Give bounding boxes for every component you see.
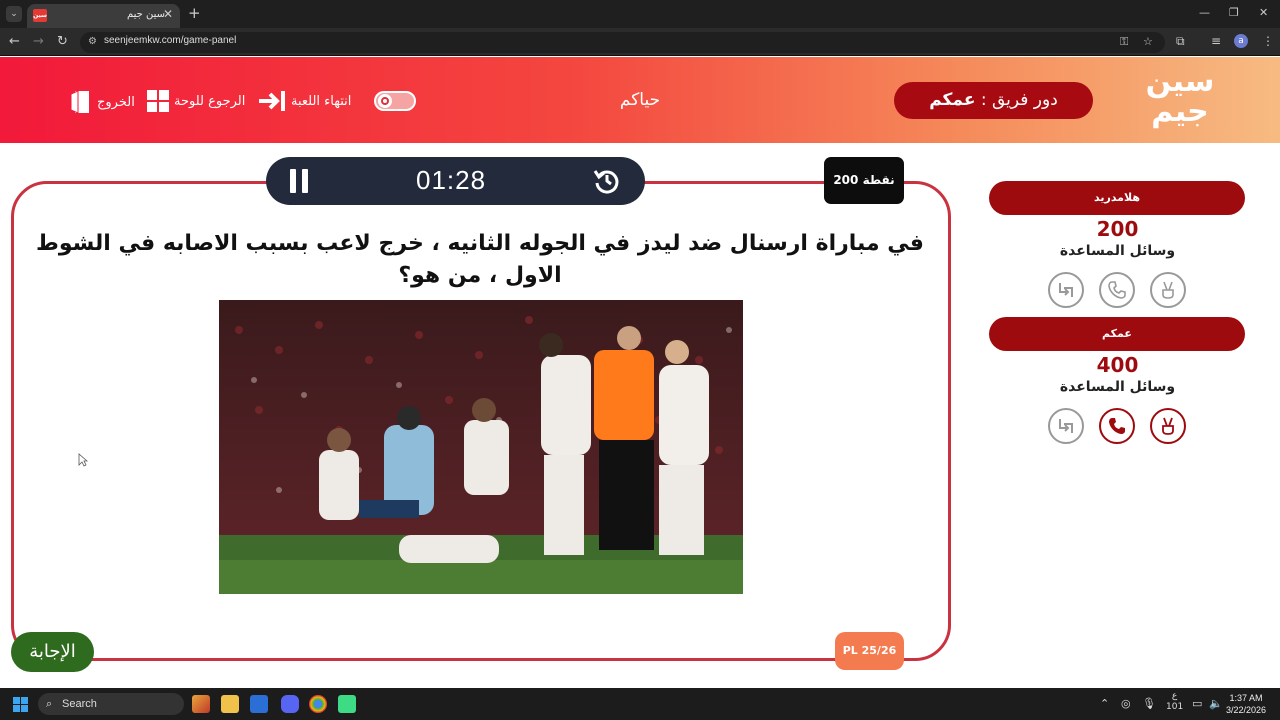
team-turn-indicator: دور فريق : عمكم xyxy=(894,82,1093,119)
team-2-swap-aid-icon[interactable] xyxy=(1048,408,1084,444)
chrome-icon[interactable] xyxy=(309,695,327,713)
network-icon[interactable]: ▭ xyxy=(1192,697,1202,710)
site-favicon-icon: سين xyxy=(33,9,47,22)
end-game-toggle[interactable] xyxy=(374,91,416,111)
timer-value: 01:28 xyxy=(416,165,487,195)
reset-timer-icon[interactable] xyxy=(593,167,621,195)
menu-icon[interactable]: ⋮ xyxy=(1262,34,1274,48)
volume-icon[interactable]: 🔈 xyxy=(1209,697,1223,710)
system-clock[interactable]: 1:37 AM 3/22/2026 xyxy=(1226,692,1266,716)
input-language[interactable]: ع 101 xyxy=(1166,691,1183,713)
brand-logo: سين جيم xyxy=(1140,67,1220,135)
restore-icon[interactable]: ❐ xyxy=(1229,6,1239,19)
minimize-icon[interactable]: — xyxy=(1199,6,1210,19)
browser-tab-strip: ⌄ سين سين جيم ✕ + — ❐ ✕ xyxy=(0,0,1280,28)
welcome-text: حياكم xyxy=(619,90,661,110)
address-bar[interactable]: ⚙ seenjeemkw.com/game-panel ⚿ ☆ xyxy=(80,32,1165,53)
extensions-icon[interactable]: ⧉ xyxy=(1176,34,1185,49)
end-game-label: انتهاء اللعبة xyxy=(291,93,352,109)
turn-team-name: عمكم xyxy=(929,90,976,110)
back-to-board-label: الرجوع للوحة xyxy=(174,93,246,109)
tab-close-icon[interactable]: ✕ xyxy=(163,7,173,21)
question-image xyxy=(219,300,743,594)
tray-overflow-icon[interactable]: ⌃ xyxy=(1100,697,1109,710)
media-controls-icon[interactable]: ≡ xyxy=(1211,34,1221,48)
team-2-call-aid-icon[interactable] xyxy=(1099,408,1135,444)
answer-button[interactable]: الإجابة xyxy=(11,632,94,672)
logo-line-2: جيم xyxy=(1151,94,1209,129)
tab-title: سين جيم xyxy=(127,9,166,20)
microphone-icon[interactable]: 🎙 xyxy=(1142,697,1156,710)
game-header: سين جيم دور فريق : عمكم حياكم انتهاء الل… xyxy=(0,57,1280,143)
team-1-aids-label: وسائل المساعدة xyxy=(1059,243,1176,259)
team-2-peace-aid-icon[interactable] xyxy=(1150,408,1186,444)
browser-toolbar: ← → ↻ ⚙ seenjeemkw.com/game-panel ⚿ ☆ ⧉ … xyxy=(0,28,1280,56)
arrow-to-line-icon xyxy=(259,91,285,111)
pause-icon[interactable] xyxy=(288,169,310,193)
site-info-icon[interactable]: ⚙ xyxy=(88,36,97,47)
discord-icon[interactable] xyxy=(281,695,299,713)
team-2-aids-label: وسائل المساعدة xyxy=(1059,379,1176,395)
team-1-call-aid-icon[interactable] xyxy=(1099,272,1135,308)
back-to-board-button[interactable]: الرجوع للوحة xyxy=(147,90,245,112)
forward-icon[interactable]: → xyxy=(33,34,44,49)
team-1-name: هلامدريد xyxy=(989,181,1245,215)
profile-avatar[interactable]: a xyxy=(1234,34,1248,48)
clock-date: 3/22/2026 xyxy=(1226,705,1267,715)
search-placeholder: Search xyxy=(62,698,97,710)
tray-sync-icon[interactable]: ◎ xyxy=(1121,697,1131,710)
exit-door-icon xyxy=(70,90,89,114)
file-explorer-icon[interactable] xyxy=(221,695,239,713)
taskbar-search[interactable]: ⌕ Search xyxy=(38,693,184,715)
team-1-swap-aid-icon[interactable] xyxy=(1048,272,1084,308)
search-icon: ⌕ xyxy=(46,698,53,710)
microsoft-store-icon[interactable] xyxy=(250,695,268,713)
widgets-app-icon[interactable] xyxy=(192,695,210,713)
window-close-icon[interactable]: ✕ xyxy=(1259,6,1268,19)
grid-icon xyxy=(147,90,169,112)
password-key-icon[interactable]: ⚿ xyxy=(1120,35,1128,49)
back-icon[interactable]: ← xyxy=(9,34,20,49)
question-text: في مباراة ارسنال ضد ليدز في الجوله الثان… xyxy=(36,231,924,288)
android-app-icon[interactable] xyxy=(338,695,356,713)
bookmark-star-icon[interactable]: ☆ xyxy=(1143,35,1153,48)
browser-tab[interactable]: سين سين جيم ✕ xyxy=(27,4,180,28)
logo-line-1: سين xyxy=(1145,64,1215,99)
new-tab-button[interactable]: + xyxy=(188,4,201,22)
tab-list-button[interactable]: ⌄ xyxy=(6,6,22,22)
lang-code: ع xyxy=(1171,691,1178,701)
points-badge: 200 نقطة xyxy=(824,157,904,204)
team-1-score: 200 xyxy=(1096,217,1139,241)
exit-label: الخروج xyxy=(97,94,135,110)
clock-time: 1:37 AM xyxy=(1229,693,1263,703)
mouse-cursor-icon xyxy=(78,453,88,467)
timer-bar: 01:28 xyxy=(266,157,645,205)
exit-button[interactable]: الخروج xyxy=(70,90,135,114)
windows-start-icon[interactable] xyxy=(13,697,28,712)
windows-taskbar: ⌕ Search ⌃ ◎ 🎙 ع 101 ▭ 🔈 1:37 AM 3/22/20… xyxy=(0,688,1280,720)
url-text: seenjeemkw.com/game-panel xyxy=(104,35,237,46)
team-1-peace-aid-icon[interactable] xyxy=(1150,272,1186,308)
lang-layout: 101 xyxy=(1166,702,1184,712)
reload-icon[interactable]: ↻ xyxy=(57,34,68,49)
team-2-name: عمكم xyxy=(989,317,1245,351)
category-tag: PL 25/26 xyxy=(835,632,904,670)
turn-prefix: دور فريق : xyxy=(980,90,1058,110)
end-game-button[interactable]: انتهاء اللعبة xyxy=(258,90,351,112)
team-2-score: 400 xyxy=(1096,353,1139,377)
